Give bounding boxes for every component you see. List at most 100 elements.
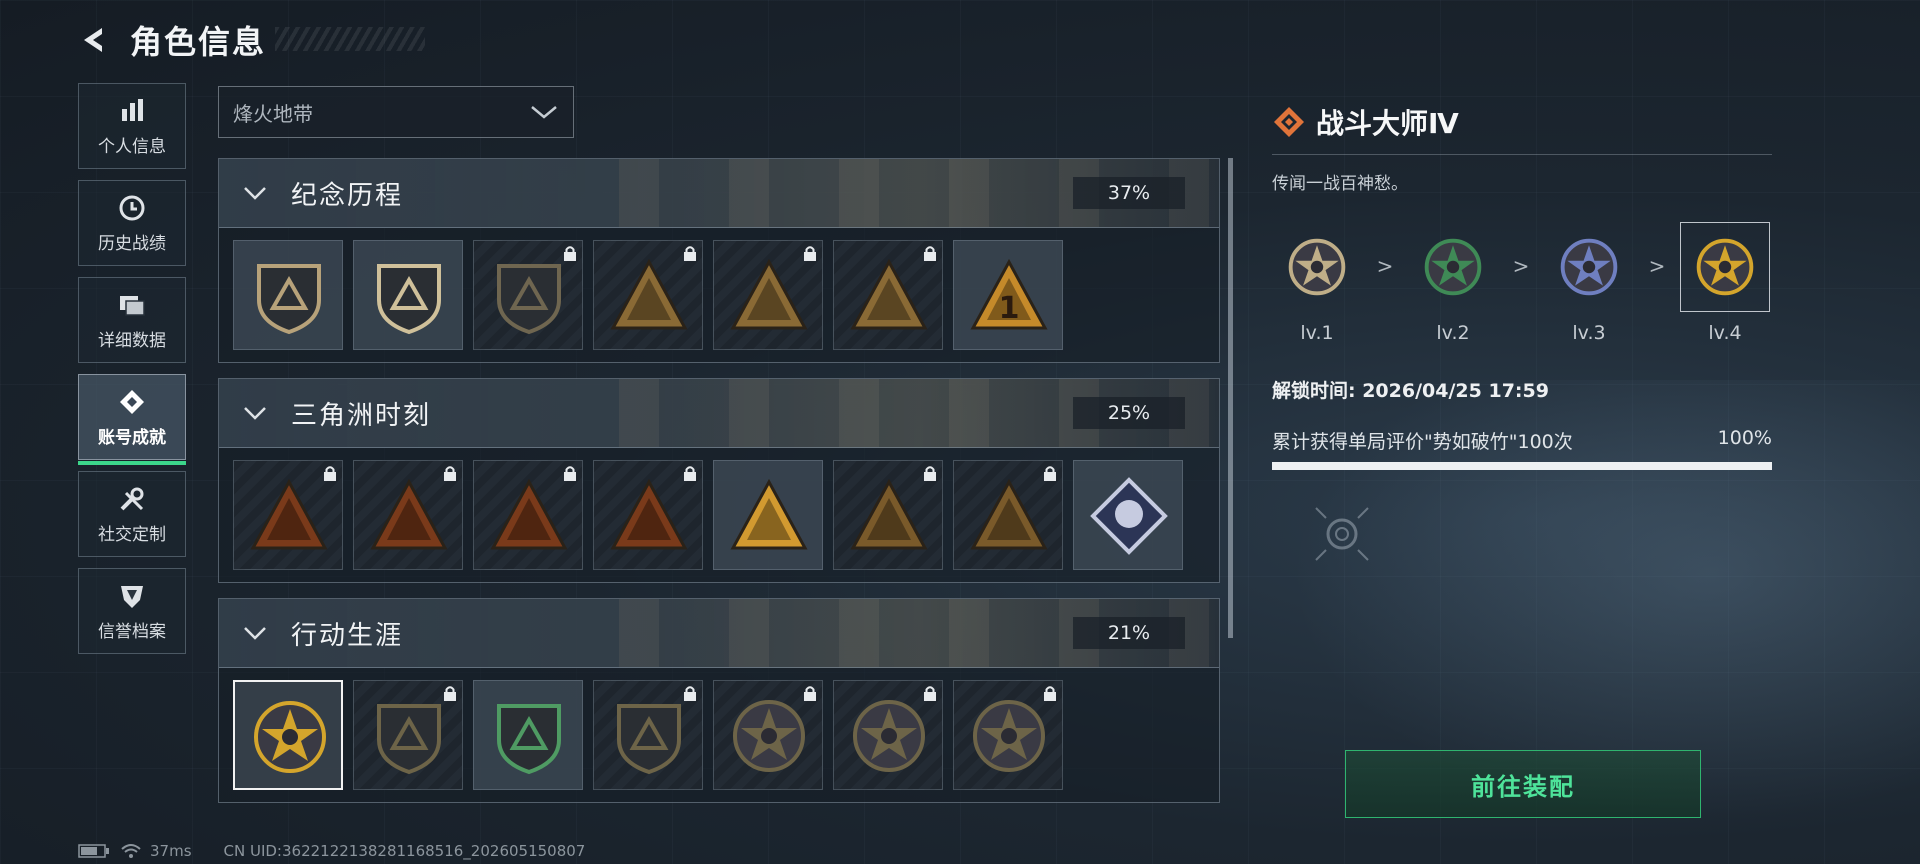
rose-badge[interactable] [1073,460,1183,570]
nav-label: 详细数据 [98,330,166,351]
crossed-swords-badge[interactable] [833,240,943,350]
badge-emblem [853,700,925,772]
lock-icon [684,246,696,261]
nav-item-history[interactable]: 历史战绩 [78,180,186,266]
nav-label: 账号成就 [98,427,166,448]
robot-badge[interactable] [233,460,343,570]
nav-item-details[interactable]: 详细数据 [78,277,186,363]
nav-item-social[interactable]: 社交定制 [78,471,186,557]
badge-emblem [970,478,1048,550]
lock-icon [924,466,936,481]
lock-icon [324,466,336,481]
section-percent: 25% [1073,397,1185,429]
level-emblem [1696,238,1754,296]
badge-emblem [250,478,328,550]
badge-emblem [490,478,568,550]
badge-emblem [377,704,441,775]
dropdown-value: 烽火地带 [233,101,313,126]
title-decoration [275,27,425,51]
green-shield-badge[interactable] [473,680,583,790]
chevron-down-icon [531,106,557,119]
nav-item-achievements[interactable]: 账号成就 [78,374,186,465]
lock-icon [924,686,936,701]
badge-emblem [733,700,805,772]
level-badge[interactable] [1680,222,1770,312]
level-separator: > [1376,254,1394,278]
achievement-section: 行动生涯 21% [218,598,1220,803]
level-emblem [1424,238,1482,296]
badge-emblem [497,264,561,335]
badge-emblem [850,478,928,550]
helicopter-badge[interactable] [353,240,463,350]
section-header[interactable]: 行动生涯 21% [219,599,1219,668]
eye-badge[interactable] [953,680,1063,790]
achievement-list[interactable]: 纪念历程 37% 1 三角洲时刻 25% 行动生涯 21% [218,158,1220,818]
level-item: lv.1 [1272,222,1362,344]
requirement-row: 累计获得单局评价"势如破竹"100次 100% [1272,427,1772,454]
crosshair-badge[interactable] [833,680,943,790]
side-nav: 个人信息 历史战绩 详细数据 账号成就 社交定制 信誉档案 [78,83,188,665]
section-header[interactable]: 纪念历程 37% [219,159,1219,228]
badge-emblem [730,478,808,550]
badge-row [219,668,1219,802]
d20-badge[interactable] [593,680,703,790]
nav-label: 历史战绩 [98,233,166,254]
diamond-badge[interactable] [473,240,583,350]
number-one-badge[interactable]: 1 [953,240,1063,350]
badge-emblem [610,258,688,330]
badge-emblem [497,704,561,775]
chevron-down-icon [241,619,269,647]
page-header: 角色信息 [78,18,266,62]
skull-badge[interactable] [353,460,463,570]
fist-badge[interactable] [593,460,703,570]
level-badge[interactable] [1544,222,1634,312]
section-header[interactable]: 三角洲时刻 25% [219,379,1219,448]
badge-emblem [1090,477,1168,555]
folder-icon [117,290,147,320]
badge-emblem [254,701,326,773]
level-emblem [1560,238,1618,296]
combat-master-badge[interactable] [233,680,343,790]
chevron-shield-badge[interactable] [353,680,463,790]
beast-badge[interactable] [953,460,1063,570]
unlock-time: 解锁时间: 2026/04/25 17:59 [1272,380,1549,402]
level-track: lv.1 > lv.2 > lv.3 > lv.4 [1272,222,1772,344]
level-item: lv.3 [1544,222,1634,344]
level-badge[interactable] [1408,222,1498,312]
badge-emblem [617,704,681,775]
scrollbar[interactable] [1228,158,1233,638]
section-title: 行动生涯 [291,620,404,651]
level-emblem [1288,238,1346,296]
level-item: lv.4 [1680,222,1770,344]
nav-item-profile[interactable]: 个人信息 [78,83,186,169]
triangle-a-badge[interactable] [233,240,343,350]
lock-icon [924,246,936,261]
lock-icon [684,466,696,481]
mode-dropdown[interactable]: 烽火地带 [218,86,574,138]
squad-badge[interactable] [833,460,943,570]
svg-text:1: 1 [999,291,1020,326]
level-label: lv.1 [1300,322,1334,344]
achievement-detail: 战斗大师Ⅳ 传闻一战百神愁。 lv.1 > lv.2 > lv.3 > lv.4… [1272,98,1772,561]
badge-row [219,448,1219,582]
shield-icon [117,581,147,611]
squad-gold-badge[interactable] [713,460,823,570]
soldier-badge[interactable] [473,460,583,570]
back-arrow-icon [84,28,102,52]
gunner-badge[interactable] [593,240,703,350]
requirement-percent: 100% [1717,427,1772,449]
nav-label: 个人信息 [98,136,166,157]
helmet-badge[interactable] [713,680,823,790]
chevron-down-icon [241,399,269,427]
progress-fill [1272,462,1772,470]
nav-item-credit[interactable]: 信誉档案 [78,568,186,654]
badge-emblem [377,264,441,335]
section-percent: 21% [1073,617,1185,649]
requirement-text: 累计获得单局评价"势如破竹"100次 [1272,431,1573,453]
lock-icon [564,466,576,481]
hood-badge[interactable] [713,240,823,350]
level-badge[interactable] [1272,222,1362,312]
back-button[interactable] [78,23,112,57]
equip-button[interactable]: 前往装配 [1345,750,1701,818]
achievement-section: 三角洲时刻 25% [218,378,1220,583]
